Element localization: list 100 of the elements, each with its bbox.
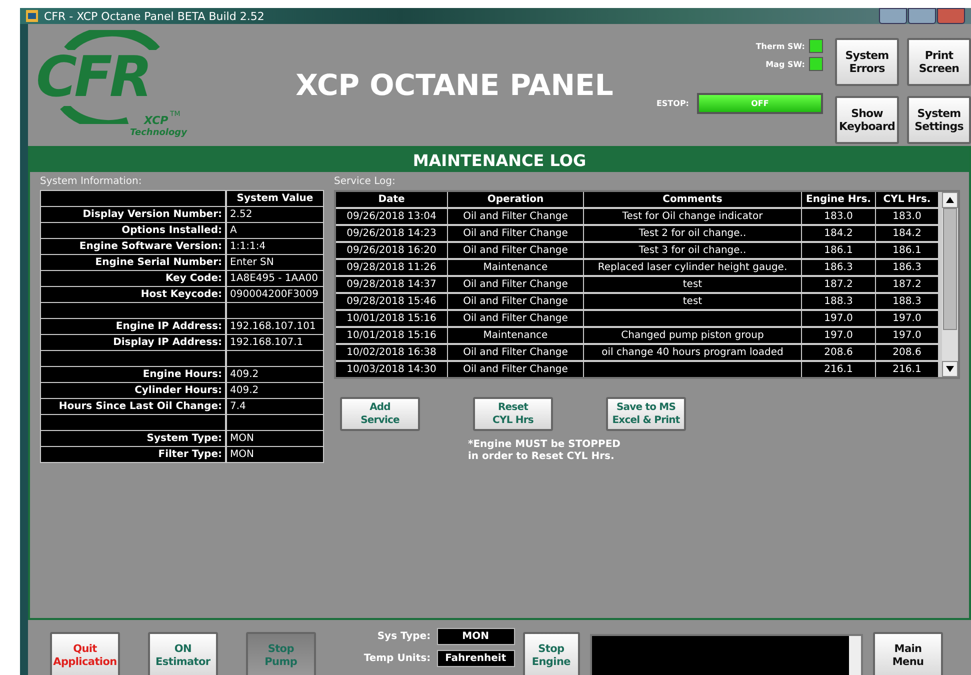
table-cell: Oil and Filter Change	[448, 311, 583, 326]
header-button[interactable]: Print Screen	[907, 38, 971, 86]
table-cell: Changed pump piston group	[584, 328, 801, 343]
field-label: Sys Type:	[377, 631, 431, 642]
table-cell: 197.0	[876, 311, 938, 326]
header-button[interactable]: System Settings	[907, 96, 971, 144]
table-cell: Test for Oil change indicator	[584, 209, 801, 224]
action-button[interactable]: Add Service	[340, 397, 420, 431]
stop-engine-button[interactable]: Stop Engine	[522, 632, 580, 675]
header-button[interactable]: System Errors	[835, 38, 899, 86]
table-cell: Oil and Filter Change	[448, 243, 583, 258]
table-cell: 10/01/2018 15:16	[336, 311, 447, 326]
table-cell: Engine Software Version:	[41, 239, 225, 254]
field-label: Temp Units:	[364, 653, 431, 664]
table-header-cell: System Value	[227, 191, 323, 206]
header-button[interactable]: Show Keyboard	[835, 96, 899, 144]
table-cell: 09/28/2018 15:46	[336, 294, 447, 309]
table-cell: Display IP Address:	[41, 335, 225, 350]
maximize-button[interactable]	[908, 8, 936, 24]
table-cell: Oil and Filter Change	[448, 277, 583, 292]
table-cell: Test 2 for oil change..	[584, 226, 801, 241]
logo-arc-icon	[62, 30, 162, 50]
indicator-label: Therm SW:	[756, 42, 805, 50]
table-cell: 10/02/2018 16:38	[336, 345, 447, 360]
table-cell: Oil and Filter Change	[448, 226, 583, 241]
action-button[interactable]: Save to MS Excel & Print	[606, 397, 686, 431]
action-button[interactable]: Reset CYL Hrs	[473, 397, 553, 431]
table-cell: Filter Type:	[41, 447, 225, 462]
table-cell: Engine IP Address:	[41, 319, 225, 334]
table-cell: 197.0	[802, 328, 875, 343]
table-cell: 184.2	[876, 226, 938, 241]
table-cell: Hours Since Last Oil Change:	[41, 399, 225, 414]
table-cell: 186.1	[802, 243, 875, 258]
table-cell: 216.1	[802, 362, 875, 377]
table-cell: Enter SN	[227, 255, 323, 270]
table-cell: oil change 40 hours program loaded	[584, 345, 801, 360]
table-cell: test	[584, 277, 801, 292]
close-button[interactable]	[937, 8, 965, 24]
table-cell: Oil and Filter Change	[448, 209, 583, 224]
table-cell: 09/26/2018 14:23	[336, 226, 447, 241]
main-menu-button[interactable]: Main Menu	[873, 632, 943, 675]
logo-subtitle: XCP	[144, 114, 168, 127]
table-cell: MON	[227, 447, 323, 462]
table-cell: 186.3	[876, 260, 938, 275]
table-cell: 409.2	[227, 383, 323, 398]
table-cell: 186.1	[876, 243, 938, 258]
table-cell: Maintenance	[448, 260, 583, 275]
section-title: Service Log:	[334, 176, 396, 189]
table-cell: Test 3 for oil change..	[584, 243, 801, 258]
column-header: Operation	[448, 192, 583, 207]
scrollbar	[849, 636, 862, 675]
table-cell: Host Keycode:	[41, 287, 225, 302]
table-cell: Engine Hours:	[41, 367, 225, 382]
table-cell: Options Installed:	[41, 223, 225, 238]
table-cell: 183.0	[802, 209, 875, 224]
table-cell: 197.0	[802, 311, 875, 326]
up-arrow-icon	[946, 197, 954, 203]
table-cell: Display Version Number:	[41, 207, 225, 222]
table-cell: 187.2	[876, 277, 938, 292]
panel-title: MAINTENANCE LOG	[30, 148, 969, 172]
logo-tagline: Technology	[130, 128, 187, 138]
table-cell: 186.3	[802, 260, 875, 275]
table-cell: 188.3	[876, 294, 938, 309]
field-value: Fahrenheit	[436, 650, 515, 667]
table-cell: 216.1	[876, 362, 938, 377]
section-title: System Information:	[40, 176, 143, 189]
table-cell: Cylinder Hours:	[41, 383, 225, 398]
table-cell: 192.168.107.1	[227, 335, 323, 350]
table-cell: 187.2	[802, 277, 875, 292]
table-cell: Oil and Filter Change	[448, 362, 583, 377]
down-arrow-icon	[946, 366, 954, 372]
column-header: Comments	[584, 192, 801, 207]
table-cell: A	[227, 223, 323, 238]
table-cell: 10/01/2018 15:16	[336, 328, 447, 343]
table-cell: Oil and Filter Change	[448, 294, 583, 309]
table-cell: Maintenance	[448, 328, 583, 343]
table-cell: 090004200F3009	[227, 287, 323, 302]
estop-label: ESTOP:	[656, 99, 689, 108]
field-value: MON	[436, 628, 515, 645]
table-cell: Oil and Filter Change	[448, 345, 583, 360]
footer-button[interactable]: ON Estimator	[148, 632, 218, 675]
table-cell: 09/28/2018 14:37	[336, 277, 447, 292]
table-cell: 188.3	[802, 294, 875, 309]
table-cell: 1A8E495 - 1AA00	[227, 271, 323, 286]
table-cell: 409.2	[227, 367, 323, 382]
table-cell: 09/28/2018 11:26	[336, 260, 447, 275]
table-cell: test	[584, 294, 801, 309]
table-cell: Engine Serial Number:	[41, 255, 225, 270]
table-cell: 208.6	[876, 345, 938, 360]
table-cell: 197.0	[876, 328, 938, 343]
footer-button[interactable]: Quit Application	[50, 632, 120, 675]
table-cell: MON	[227, 431, 323, 446]
minimize-button[interactable]	[879, 8, 907, 24]
column-header: Engine Hrs.	[802, 192, 875, 207]
table-cell: 192.168.107.101	[227, 319, 323, 334]
table-cell: 2.52	[227, 207, 323, 222]
scrollbar[interactable]	[942, 192, 958, 377]
table-cell: 09/26/2018 13:04	[336, 209, 447, 224]
app-icon	[26, 10, 38, 22]
table-cell: 10/03/2018 14:30	[336, 362, 447, 377]
